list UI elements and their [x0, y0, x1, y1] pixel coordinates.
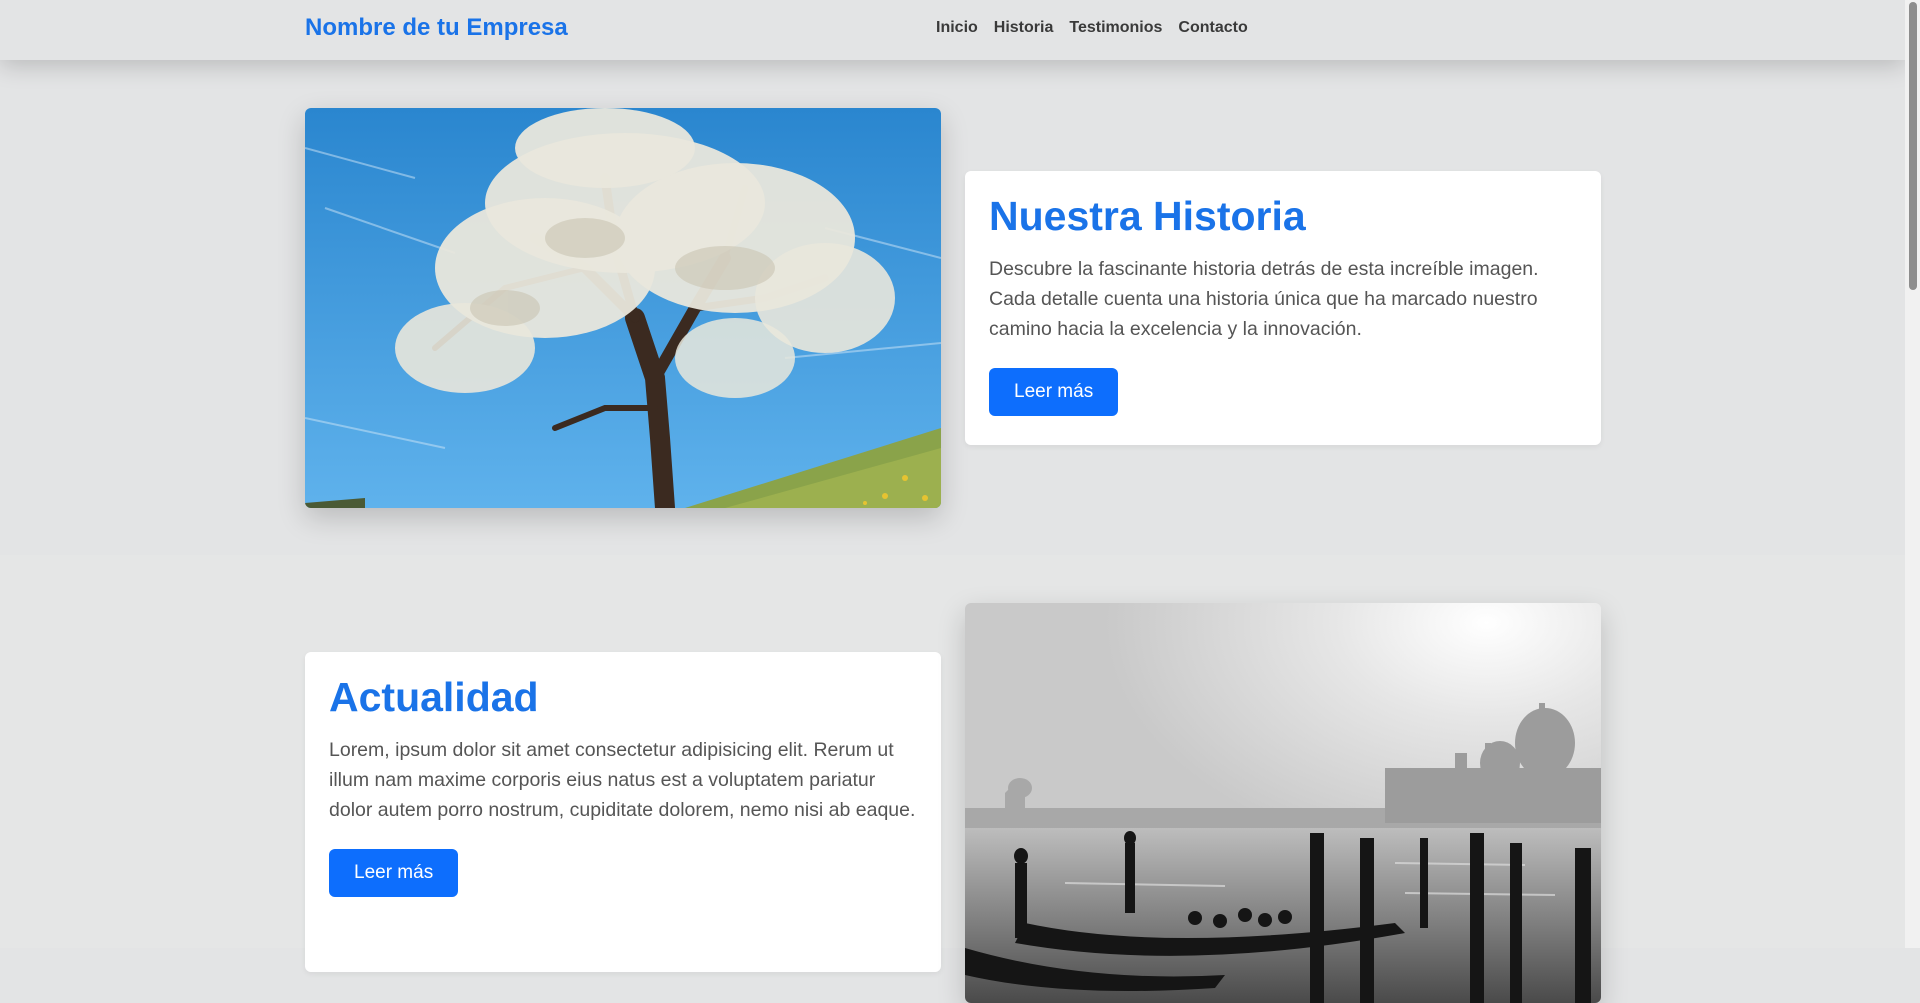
main-nav: Inicio Historia Testimonios Contacto [936, 19, 1248, 37]
nav-link-historia[interactable]: Historia [994, 19, 1054, 37]
nav-link-inicio[interactable]: Inicio [936, 19, 978, 37]
site-header: Nombre de tu Empresa Inicio Historia Tes… [0, 0, 1905, 60]
page-scrollbar[interactable] [1905, 0, 1920, 948]
historia-title: Nuestra Historia [989, 193, 1306, 239]
historia-text: Descubre la fascinante historia detrás d… [989, 258, 1539, 341]
historia-section: Nuestra Historia Descubre la fascinante … [0, 60, 1905, 555]
historia-read-more-button[interactable]: Leer más [989, 368, 1119, 417]
actualidad-title: Actualidad [329, 674, 539, 720]
nav-link-contacto[interactable]: Contacto [1178, 19, 1247, 37]
historia-card: Nuestra Historia Descubre la fascinante … [965, 171, 1601, 445]
actualidad-read-more-button[interactable]: Leer más [329, 849, 459, 898]
scrollbar-thumb[interactable] [1909, 2, 1917, 290]
actualidad-card: Actualidad Lorem, ipsum dolor sit amet c… [305, 652, 941, 972]
blossom-tree-image [305, 108, 941, 508]
nav-link-testimonios[interactable]: Testimonios [1069, 19, 1162, 37]
actualidad-section: Actualidad Lorem, ipsum dolor sit amet c… [0, 555, 1905, 1003]
venice-gondola-image [965, 603, 1601, 1003]
brand-logo-link[interactable]: Nombre de tu Empresa [305, 14, 568, 42]
actualidad-text: Lorem, ipsum dolor sit amet consectetur … [329, 739, 916, 822]
